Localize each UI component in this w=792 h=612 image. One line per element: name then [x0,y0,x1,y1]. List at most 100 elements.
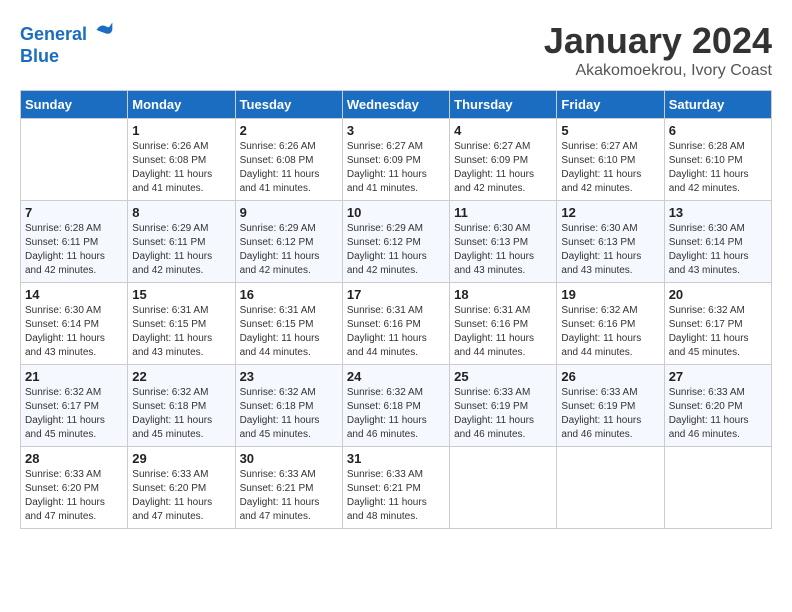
day-info: Sunrise: 6:33 AMSunset: 6:20 PMDaylight:… [132,468,230,524]
calendar-cell: 27 Sunrise: 6:33 AMSunset: 6:20 PMDayligh… [664,365,771,447]
calendar-week-row: 14 Sunrise: 6:30 AMSunset: 6:14 PMDayligh… [21,283,772,365]
day-number: 2 [240,123,338,138]
day-info: Sunrise: 6:29 AMSunset: 6:12 PMDaylight:… [347,222,445,278]
day-number: 1 [132,123,230,138]
calendar-cell: 9 Sunrise: 6:29 AMSunset: 6:12 PMDaylight… [235,201,342,283]
day-info: Sunrise: 6:28 AMSunset: 6:11 PMDaylight:… [25,222,123,278]
calendar-cell: 14 Sunrise: 6:30 AMSunset: 6:14 PMDayligh… [21,283,128,365]
calendar-cell: 31 Sunrise: 6:33 AMSunset: 6:21 PMDayligh… [342,447,449,529]
day-info: Sunrise: 6:32 AMSunset: 6:18 PMDaylight:… [240,386,338,442]
day-number: 10 [347,205,445,220]
day-number: 31 [347,451,445,466]
calendar-title: January 2024 [544,20,772,62]
day-info: Sunrise: 6:31 AMSunset: 6:15 PMDaylight:… [132,304,230,360]
calendar-cell: 11Sunrise: 6:30 AMSunset: 6:13 PMDayligh… [450,201,557,283]
day-number: 9 [240,205,338,220]
day-number: 30 [240,451,338,466]
day-info: Sunrise: 6:29 AMSunset: 6:11 PMDaylight:… [132,222,230,278]
day-info: Sunrise: 6:33 AMSunset: 6:19 PMDaylight:… [561,386,659,442]
calendar-cell: 5Sunrise: 6:27 AMSunset: 6:10 PMDaylight… [557,119,664,201]
day-info: Sunrise: 6:32 AMSunset: 6:17 PMDaylight:… [25,386,123,442]
day-number: 14 [25,287,123,302]
day-number: 12 [561,205,659,220]
weekday-header-row: SundayMondayTuesdayWednesdayThursdayFrid… [21,91,772,119]
day-number: 18 [454,287,552,302]
calendar-cell: 10 Sunrise: 6:29 AMSunset: 6:12 PMDayligh… [342,201,449,283]
day-number: 7 [25,205,123,220]
day-number: 27 [669,369,767,384]
day-number: 15 [132,287,230,302]
day-info: Sunrise: 6:33 AMSunset: 6:19 PMDaylight:… [454,386,552,442]
weekday-header: Sunday [21,91,128,119]
day-info: Sunrise: 6:33 AMSunset: 6:21 PMDaylight:… [240,468,338,524]
calendar-cell: 25 Sunrise: 6:33 AMSunset: 6:19 PMDayligh… [450,365,557,447]
day-number: 24 [347,369,445,384]
day-number: 19 [561,287,659,302]
logo-text: General Blue [20,20,114,67]
calendar-cell: 1Sunrise: 6:26 AMSunset: 6:08 PMDaylight… [128,119,235,201]
calendar-cell: 7 Sunrise: 6:28 AMSunset: 6:11 PMDaylight… [21,201,128,283]
calendar-cell: 23 Sunrise: 6:32 AMSunset: 6:18 PMDayligh… [235,365,342,447]
day-info: Sunrise: 6:33 AMSunset: 6:21 PMDaylight:… [347,468,445,524]
calendar-cell: 6 Sunrise: 6:28 AMSunset: 6:10 PMDaylight… [664,119,771,201]
calendar-cell: 4Sunrise: 6:27 AMSunset: 6:09 PMDaylight… [450,119,557,201]
calendar-cell: 26 Sunrise: 6:33 AMSunset: 6:19 PMDayligh… [557,365,664,447]
day-number: 8 [132,205,230,220]
day-info: Sunrise: 6:30 AMSunset: 6:13 PMDaylight:… [561,222,659,278]
calendar-cell: 2 Sunrise: 6:26 AMSunset: 6:08 PMDaylight… [235,119,342,201]
day-number: 21 [25,369,123,384]
day-info: Sunrise: 6:32 AMSunset: 6:17 PMDaylight:… [669,304,767,360]
calendar-cell: 30 Sunrise: 6:33 AMSunset: 6:21 PMDayligh… [235,447,342,529]
calendar-cell [21,119,128,201]
calendar-cell: 12 Sunrise: 6:30 AMSunset: 6:13 PMDayligh… [557,201,664,283]
day-number: 26 [561,369,659,384]
day-info: Sunrise: 6:27 AMSunset: 6:09 PMDaylight:… [347,140,445,196]
calendar-cell: 28Sunrise: 6:33 AMSunset: 6:20 PMDayligh… [21,447,128,529]
day-number: 20 [669,287,767,302]
day-info: Sunrise: 6:33 AMSunset: 6:20 PMDaylight:… [669,386,767,442]
calendar-cell [557,447,664,529]
calendar-cell: 18 Sunrise: 6:31 AMSunset: 6:16 PMDayligh… [450,283,557,365]
calendar-week-row: 7 Sunrise: 6:28 AMSunset: 6:11 PMDaylight… [21,201,772,283]
calendar-cell: 20 Sunrise: 6:32 AMSunset: 6:17 PMDayligh… [664,283,771,365]
day-info: Sunrise: 6:27 AMSunset: 6:09 PMDaylight:… [454,140,552,196]
weekday-header: Tuesday [235,91,342,119]
day-info: Sunrise: 6:28 AMSunset: 6:10 PMDaylight:… [669,140,767,196]
day-info: Sunrise: 6:31 AMSunset: 6:16 PMDaylight:… [454,304,552,360]
title-block: January 2024 Akakomoekrou, Ivory Coast [544,20,772,80]
day-info: Sunrise: 6:27 AMSunset: 6:10 PMDaylight:… [561,140,659,196]
calendar-week-row: 28 Sunrise: 6:33 AMSunset: 6:20 PMDayligh… [21,447,772,529]
calendar-cell: 17Sunrise: 6:31 AMSunset: 6:16 PMDayligh… [342,283,449,365]
day-number: 28 [25,451,123,466]
day-info: Sunrise: 6:31 AMSunset: 6:15 PMDaylight:… [240,304,338,360]
calendar-cell: 24 Sunrise: 6:32 AMSunset: 6:18 PMDayligh… [342,365,449,447]
day-info: Sunrise: 6:30 AMSunset: 6:14 PMDaylight:… [669,222,767,278]
calendar-cell: 13 Sunrise: 6:30 AMSunset: 6:14 PMDayligh… [664,201,771,283]
calendar-week-row: 21 Sunrise: 6:32 AMSunset: 6:17 PMDayligh… [21,365,772,447]
calendar-cell [450,447,557,529]
calendar-cell: 21 Sunrise: 6:32 AMSunset: 6:17 PMDayligh… [21,365,128,447]
logo-icon [94,20,114,40]
day-number: 23 [240,369,338,384]
calendar-subtitle: Akakomoekrou, Ivory Coast [544,62,772,80]
weekday-header: Friday [557,91,664,119]
day-number: 11 [454,205,552,220]
logo-blue: Blue [20,46,59,66]
day-info: Sunrise: 6:30 AMSunset: 6:14 PMDaylight:… [25,304,123,360]
day-info: Sunrise: 6:29 AMSunset: 6:12 PMDaylight:… [240,222,338,278]
calendar-week-row: 1 Sunrise: 6:26 AMSunset: 6:08 PMDaylight… [21,119,772,201]
calendar-cell: 22Sunrise: 6:32 AMSunset: 6:18 PMDayligh… [128,365,235,447]
day-info: Sunrise: 6:32 AMSunset: 6:18 PMDaylight:… [347,386,445,442]
day-info: Sunrise: 6:26 AMSunset: 6:08 PMDaylight:… [240,140,338,196]
day-number: 6 [669,123,767,138]
calendar-cell: 8 Sunrise: 6:29 AMSunset: 6:11 PMDaylight… [128,201,235,283]
calendar-cell: 16Sunrise: 6:31 AMSunset: 6:15 PMDayligh… [235,283,342,365]
calendar-table: SundayMondayTuesdayWednesdayThursdayFrid… [20,90,772,529]
day-number: 13 [669,205,767,220]
day-number: 29 [132,451,230,466]
calendar-cell: 15 Sunrise: 6:31 AMSunset: 6:15 PMDayligh… [128,283,235,365]
day-info: Sunrise: 6:32 AMSunset: 6:18 PMDaylight:… [132,386,230,442]
page-header: General Blue January 2024 Akakomoekrou, … [20,20,772,80]
day-number: 25 [454,369,552,384]
weekday-header: Thursday [450,91,557,119]
